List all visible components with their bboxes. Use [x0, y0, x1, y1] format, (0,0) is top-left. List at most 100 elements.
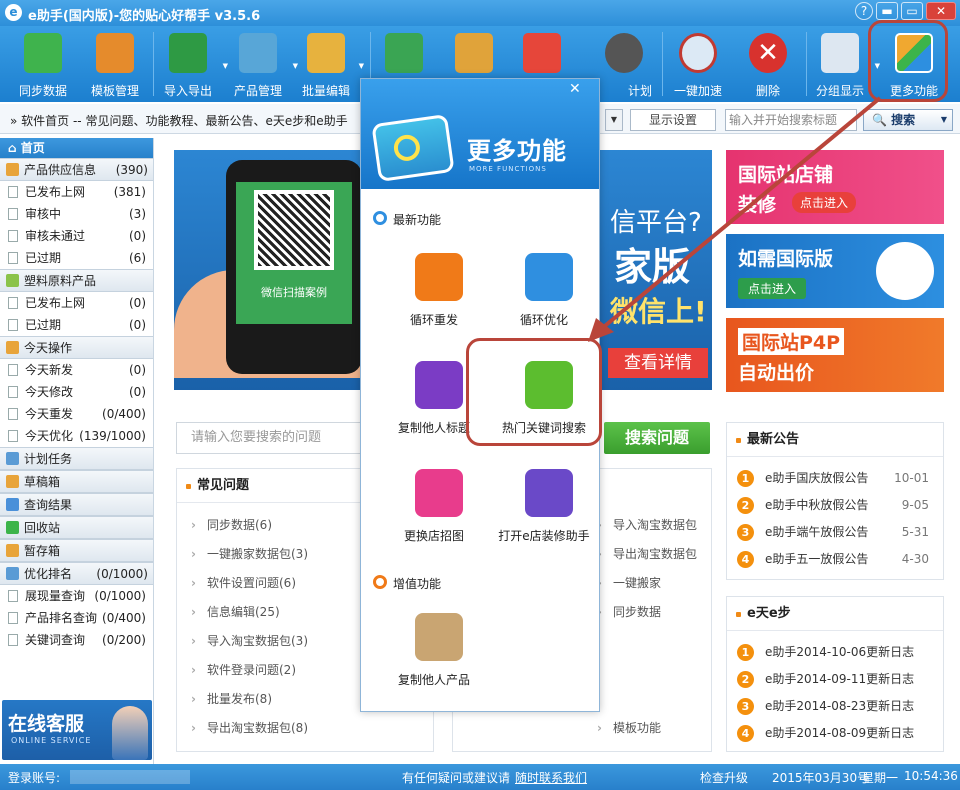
ad-international[interactable]: 如需国际版 点击进入: [726, 234, 944, 308]
maximize-button[interactable]: ▭: [901, 2, 923, 20]
search-button[interactable]: 🔍 搜索 ▼: [863, 109, 953, 131]
sidebar-section[interactable]: 暂存箱: [0, 539, 153, 562]
rank-badge: 4: [737, 725, 754, 742]
feedback-text: 有任何疑问或建议请: [402, 771, 511, 785]
faq-link[interactable]: 导出淘宝数据包: [591, 542, 697, 566]
ad-enter-button[interactable]: 点击进入: [738, 278, 807, 299]
announcement-item[interactable]: 3 e助手端午放假公告 5-31: [737, 519, 929, 546]
help-button[interactable]: ?: [855, 2, 873, 20]
folder-icon: [6, 521, 19, 534]
function-image[interactable]: 更换店招图: [379, 469, 489, 559]
ad-p4p[interactable]: 国际站P4P 自动出价: [726, 318, 944, 392]
update-log-text: e助手2014-08-23更新日志: [765, 699, 915, 713]
popup-close-icon[interactable]: ✕: [569, 81, 581, 97]
announcement-text: e助手端午放假公告: [765, 525, 869, 539]
faq-link[interactable]: 一键搬家: [591, 571, 661, 595]
faq-link[interactable]: 批量发布(8): [185, 687, 272, 711]
title-search-input[interactable]: 输入并开始搜索标题: [725, 109, 857, 131]
section-title: 优化排名: [24, 567, 73, 581]
filter-dropdown-button[interactable]: ▼: [605, 109, 623, 131]
update-log-item[interactable]: 4 e助手2014-08-09更新日志: [737, 720, 929, 747]
rank-badge: 3: [737, 698, 754, 715]
update-log-item[interactable]: 1 e助手2014-10-06更新日志: [737, 639, 929, 666]
function-copy-product[interactable]: 复制他人产品: [379, 613, 489, 703]
function-decorate[interactable]: 打开e店装修助手: [489, 469, 599, 559]
announcement-text: e助手五一放假公告: [765, 552, 869, 566]
sidebar-item[interactable]: 已发布上网 (0): [0, 292, 153, 314]
copy-product-icon: [415, 613, 463, 661]
update-log-text: e助手2014-08-09更新日志: [765, 726, 915, 740]
sidebar-section[interactable]: 优化排名 (0/1000): [0, 562, 153, 585]
sidebar-item[interactable]: 今天新发 (0): [0, 359, 153, 381]
template-manage-button[interactable]: 模板管理: [82, 26, 148, 102]
contact-link[interactable]: 随时联系我们: [515, 769, 587, 786]
announcement-item[interactable]: 1 e助手国庆放假公告 10-01: [737, 465, 929, 492]
section-label: 最新功能: [393, 213, 442, 227]
sidebar-item[interactable]: 已过期 (0): [0, 314, 153, 336]
display-settings-button[interactable]: 显示设置: [630, 109, 716, 131]
ad-text: 自动出价: [738, 362, 815, 384]
faq-link[interactable]: 导入淘宝数据包(3): [185, 629, 308, 653]
faq-link[interactable]: 软件登录问题(2): [185, 658, 296, 682]
sidebar-item[interactable]: 今天重发 (0/400): [0, 403, 153, 425]
section-title: 查询结果: [24, 498, 73, 512]
group-display-button[interactable]: 分组显示 ▼: [810, 26, 880, 102]
import-export-button[interactable]: 导入导出 ▼: [158, 26, 228, 102]
faq-link[interactable]: 软件设置问题(6): [185, 571, 296, 595]
dropdown-arrow-icon[interactable]: ▼: [359, 62, 364, 70]
delete-button[interactable]: ✕ 删除: [740, 26, 796, 102]
sidebar-section[interactable]: 草稿箱: [0, 470, 153, 493]
sidebar-section[interactable]: 计划任务: [0, 447, 153, 470]
faq-link[interactable]: 信息编辑(25): [185, 600, 280, 624]
online-service-banner[interactable]: 在线客服 ONLINE SERVICE: [2, 700, 152, 760]
rank-badge: 2: [737, 671, 754, 688]
faq-link[interactable]: 同步数据(6): [185, 513, 272, 537]
sidebar-item[interactable]: 产品排名查询 (0/400): [0, 607, 153, 629]
faq-link[interactable]: 同步数据: [591, 600, 661, 624]
sidebar-item[interactable]: 展现量查询 (0/1000): [0, 585, 153, 607]
function-optimize[interactable]: 循环优化: [489, 253, 599, 343]
product-manage-button[interactable]: 产品管理 ▼: [228, 26, 298, 102]
minimize-button[interactable]: ▬: [876, 2, 898, 20]
sidebar-item-label: 产品排名查询: [25, 611, 98, 625]
update-log-item[interactable]: 2 e助手2014-09-11更新日志: [737, 666, 929, 693]
faq-link[interactable]: 导出淘宝数据包(8): [185, 716, 308, 740]
faq-link[interactable]: 导入淘宝数据包: [591, 513, 697, 537]
popup-subtitle: MORE FUNCTIONS: [469, 165, 547, 173]
popup-title: 更多功能: [467, 137, 567, 165]
toolbar-label: 批量编辑: [301, 84, 350, 98]
sidebar-item[interactable]: 今天优化 (139/1000): [0, 425, 153, 447]
update-log-item[interactable]: 3 e助手2014-08-23更新日志: [737, 693, 929, 720]
sidebar-home[interactable]: ⌂ 首页: [0, 138, 153, 158]
batch-edit-button[interactable]: 批量编辑 ▼: [298, 26, 364, 102]
faq-link[interactable]: 一键搬家数据包(3): [185, 542, 308, 566]
check-upgrade-link[interactable]: 检查升级: [700, 769, 748, 786]
sidebar-item[interactable]: 已发布上网 (381): [0, 181, 153, 203]
sidebar-item[interactable]: 今天修改 (0): [0, 381, 153, 403]
announcement-title: 最新公告: [727, 423, 943, 457]
sidebar-section[interactable]: 今天操作: [0, 336, 153, 359]
document-icon: [8, 430, 18, 442]
sidebar-section[interactable]: 查询结果: [0, 493, 153, 516]
sidebar-item[interactable]: 已过期 (6): [0, 247, 153, 269]
question-search-button[interactable]: 搜索问题: [604, 422, 710, 454]
sidebar-item[interactable]: 审核中 (3): [0, 203, 153, 225]
account-label: 登录账号:: [8, 771, 61, 785]
ad-enter-button[interactable]: 点击进入: [792, 192, 857, 213]
schedule-button[interactable]: 计划: [596, 26, 652, 102]
faq-link[interactable]: 模板功能: [591, 716, 661, 740]
function-repost[interactable]: 循环重发: [379, 253, 489, 343]
banner-details-button[interactable]: 查看详情: [608, 348, 708, 378]
sidebar-section[interactable]: 回收站: [0, 516, 153, 539]
close-button[interactable]: ✕: [926, 2, 956, 20]
announcement-item[interactable]: 4 e助手五一放假公告 4-30: [737, 546, 929, 573]
announcement-item[interactable]: 2 e助手中秋放假公告 9-05: [737, 492, 929, 519]
service-subtitle: ONLINE SERVICE: [11, 736, 92, 745]
sidebar-item[interactable]: 审核未通过 (0): [0, 225, 153, 247]
sidebar-section[interactable]: 塑料原料产品: [0, 269, 153, 292]
ad-store-decoration[interactable]: 国际站店铺 装修 点击进入: [726, 150, 944, 224]
speed-up-button[interactable]: 一键加速: [668, 26, 728, 102]
sidebar-section[interactable]: 产品供应信息 (390): [0, 158, 153, 181]
sidebar-item[interactable]: 关键词查询 (0/200): [0, 629, 153, 651]
sync-data-button[interactable]: 同步数据: [10, 26, 76, 102]
